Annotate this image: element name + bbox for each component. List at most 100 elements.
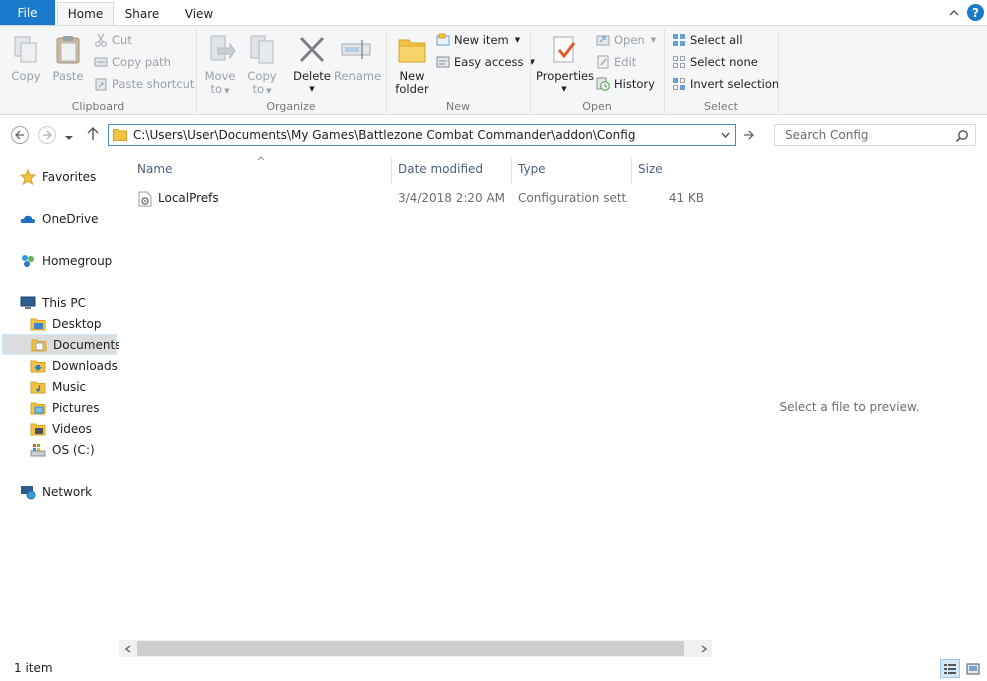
- minimize-ribbon-chevron-icon[interactable]: [946, 3, 962, 21]
- go-arrow-button[interactable]: [740, 126, 758, 144]
- forward-button[interactable]: [38, 126, 56, 144]
- properties-button[interactable]: Properties ▼: [536, 34, 594, 96]
- select-none-button[interactable]: Select none: [672, 53, 779, 71]
- network-icon: [20, 484, 36, 500]
- paste-shortcut-icon: [94, 77, 108, 91]
- move-to-icon: [204, 34, 236, 66]
- history-button[interactable]: History: [596, 75, 656, 93]
- new-item-icon: [436, 33, 450, 47]
- column-divider[interactable]: [631, 158, 632, 184]
- details-view-button[interactable]: [940, 659, 960, 678]
- address-dropdown-chevron-icon[interactable]: [717, 125, 733, 145]
- pictures-folder-icon: [30, 400, 46, 416]
- invert-selection-button[interactable]: Invert selection: [672, 75, 779, 93]
- ribbon-home: Copy Paste Cut Copy path Paste shortcut …: [0, 25, 987, 115]
- up-arrow-icon: [87, 127, 99, 140]
- copy-icon: [10, 34, 42, 66]
- search-box[interactable]: [774, 124, 976, 146]
- copy-path-button[interactable]: Copy path: [94, 53, 194, 71]
- file-row[interactable]: LocalPrefs 3/4/2018 2:20 AM Configuratio…: [133, 188, 708, 210]
- forward-arrow-icon: [43, 130, 52, 140]
- history-icon: [596, 77, 610, 91]
- column-header-size[interactable]: Size: [638, 162, 698, 180]
- scroll-left-icon[interactable]: [119, 640, 136, 657]
- nav-item-homegroup[interactable]: Homegroup: [0, 250, 137, 271]
- nav-item-onedrive[interactable]: OneDrive: [0, 208, 137, 229]
- drive-icon: [30, 442, 46, 458]
- edit-button[interactable]: Edit: [596, 53, 656, 71]
- new-folder-icon: [396, 34, 428, 66]
- column-header-date-modified[interactable]: Date modified: [398, 162, 508, 180]
- desktop-folder-icon: [30, 316, 46, 332]
- address-path[interactable]: C:\Users\User\Documents\My Games\Battlez…: [133, 128, 635, 142]
- select-all-button[interactable]: Select all: [672, 31, 779, 49]
- paste-icon: [52, 34, 84, 66]
- easy-access-button[interactable]: Easy access ▼: [436, 53, 535, 71]
- documents-folder-icon: [31, 337, 47, 353]
- group-label-organize: Organize: [266, 100, 316, 113]
- tab-view[interactable]: View: [175, 2, 223, 25]
- go-arrow-icon: [744, 130, 754, 140]
- properties-icon: [548, 34, 580, 66]
- onedrive-cloud-icon: [20, 211, 36, 227]
- nav-item-network[interactable]: Network: [0, 481, 137, 502]
- select-all-icon: [672, 33, 686, 47]
- scrollbar-thumb[interactable]: [137, 641, 684, 656]
- open-button[interactable]: Open ▼: [596, 31, 656, 49]
- file-type: Configuration sett...: [518, 191, 628, 205]
- group-label-select: Select: [704, 100, 738, 113]
- file-date-modified: 3/4/2018 2:20 AM: [398, 191, 506, 205]
- tab-file[interactable]: File: [0, 0, 55, 25]
- back-button[interactable]: [11, 126, 29, 144]
- new-folder-button[interactable]: New folder: [392, 34, 432, 96]
- ribbon-separator: [778, 29, 779, 113]
- delete-button[interactable]: Delete ▼: [292, 34, 332, 96]
- star-icon: [19, 168, 37, 185]
- recent-locations-chevron-icon[interactable]: [64, 130, 78, 142]
- search-icon[interactable]: [955, 129, 969, 143]
- group-label-new: New: [446, 100, 470, 113]
- horizontal-scrollbar[interactable]: [119, 640, 712, 657]
- address-bar[interactable]: C:\Users\User\Documents\My Games\Battlez…: [108, 124, 736, 146]
- group-label-clipboard: Clipboard: [71, 100, 125, 113]
- scroll-right-icon[interactable]: [695, 640, 712, 657]
- navigation-pane: Favorites OneDrive Homegroup This PC Des…: [0, 154, 121, 654]
- move-to-button[interactable]: Move to ▼: [202, 34, 238, 98]
- select-none-icon: [672, 55, 686, 69]
- file-size: 41 KB: [668, 191, 704, 205]
- nav-item-documents[interactable]: Documents: [2, 334, 121, 355]
- copy-path-icon: [94, 55, 108, 69]
- column-divider[interactable]: [391, 158, 392, 184]
- up-button[interactable]: [86, 127, 102, 143]
- computer-icon: [20, 295, 36, 311]
- edit-icon: [596, 55, 610, 69]
- search-input[interactable]: [783, 127, 952, 143]
- address-toolbar: C:\Users\User\Documents\My Games\Battlez…: [0, 116, 987, 154]
- nav-item-this-pc[interactable]: This PC: [0, 292, 137, 313]
- rename-button[interactable]: Rename: [334, 34, 381, 83]
- new-item-button[interactable]: New item ▼: [436, 31, 535, 49]
- paste-button[interactable]: Paste: [50, 34, 86, 83]
- large-icons-view-icon: [966, 663, 980, 674]
- cut-button[interactable]: Cut: [94, 31, 194, 49]
- column-divider[interactable]: [511, 158, 512, 184]
- delete-x-icon: [296, 34, 328, 66]
- preview-placeholder: Select a file to preview.: [779, 400, 920, 414]
- file-name: LocalPrefs: [158, 191, 219, 205]
- copy-to-button[interactable]: Copy to ▼: [244, 34, 280, 98]
- large-icons-view-button[interactable]: [963, 659, 983, 678]
- tab-share[interactable]: Share: [117, 2, 167, 25]
- paste-shortcut-button[interactable]: Paste shortcut: [94, 75, 194, 93]
- easy-access-icon: [436, 55, 450, 69]
- help-icon[interactable]: ?: [967, 4, 984, 21]
- homegroup-icon: [20, 253, 36, 269]
- column-header-name[interactable]: Name: [137, 162, 387, 180]
- ribbon-tab-bar: File Home Share View ?: [0, 0, 987, 25]
- tab-home[interactable]: Home: [57, 2, 114, 25]
- column-header-type[interactable]: Type: [518, 162, 628, 180]
- copy-button[interactable]: Copy: [8, 34, 44, 83]
- videos-folder-icon: [30, 421, 46, 437]
- nav-item-favorites[interactable]: Favorites: [0, 166, 137, 187]
- status-bar: 1 item: [0, 657, 987, 681]
- downloads-folder-icon: [30, 358, 46, 374]
